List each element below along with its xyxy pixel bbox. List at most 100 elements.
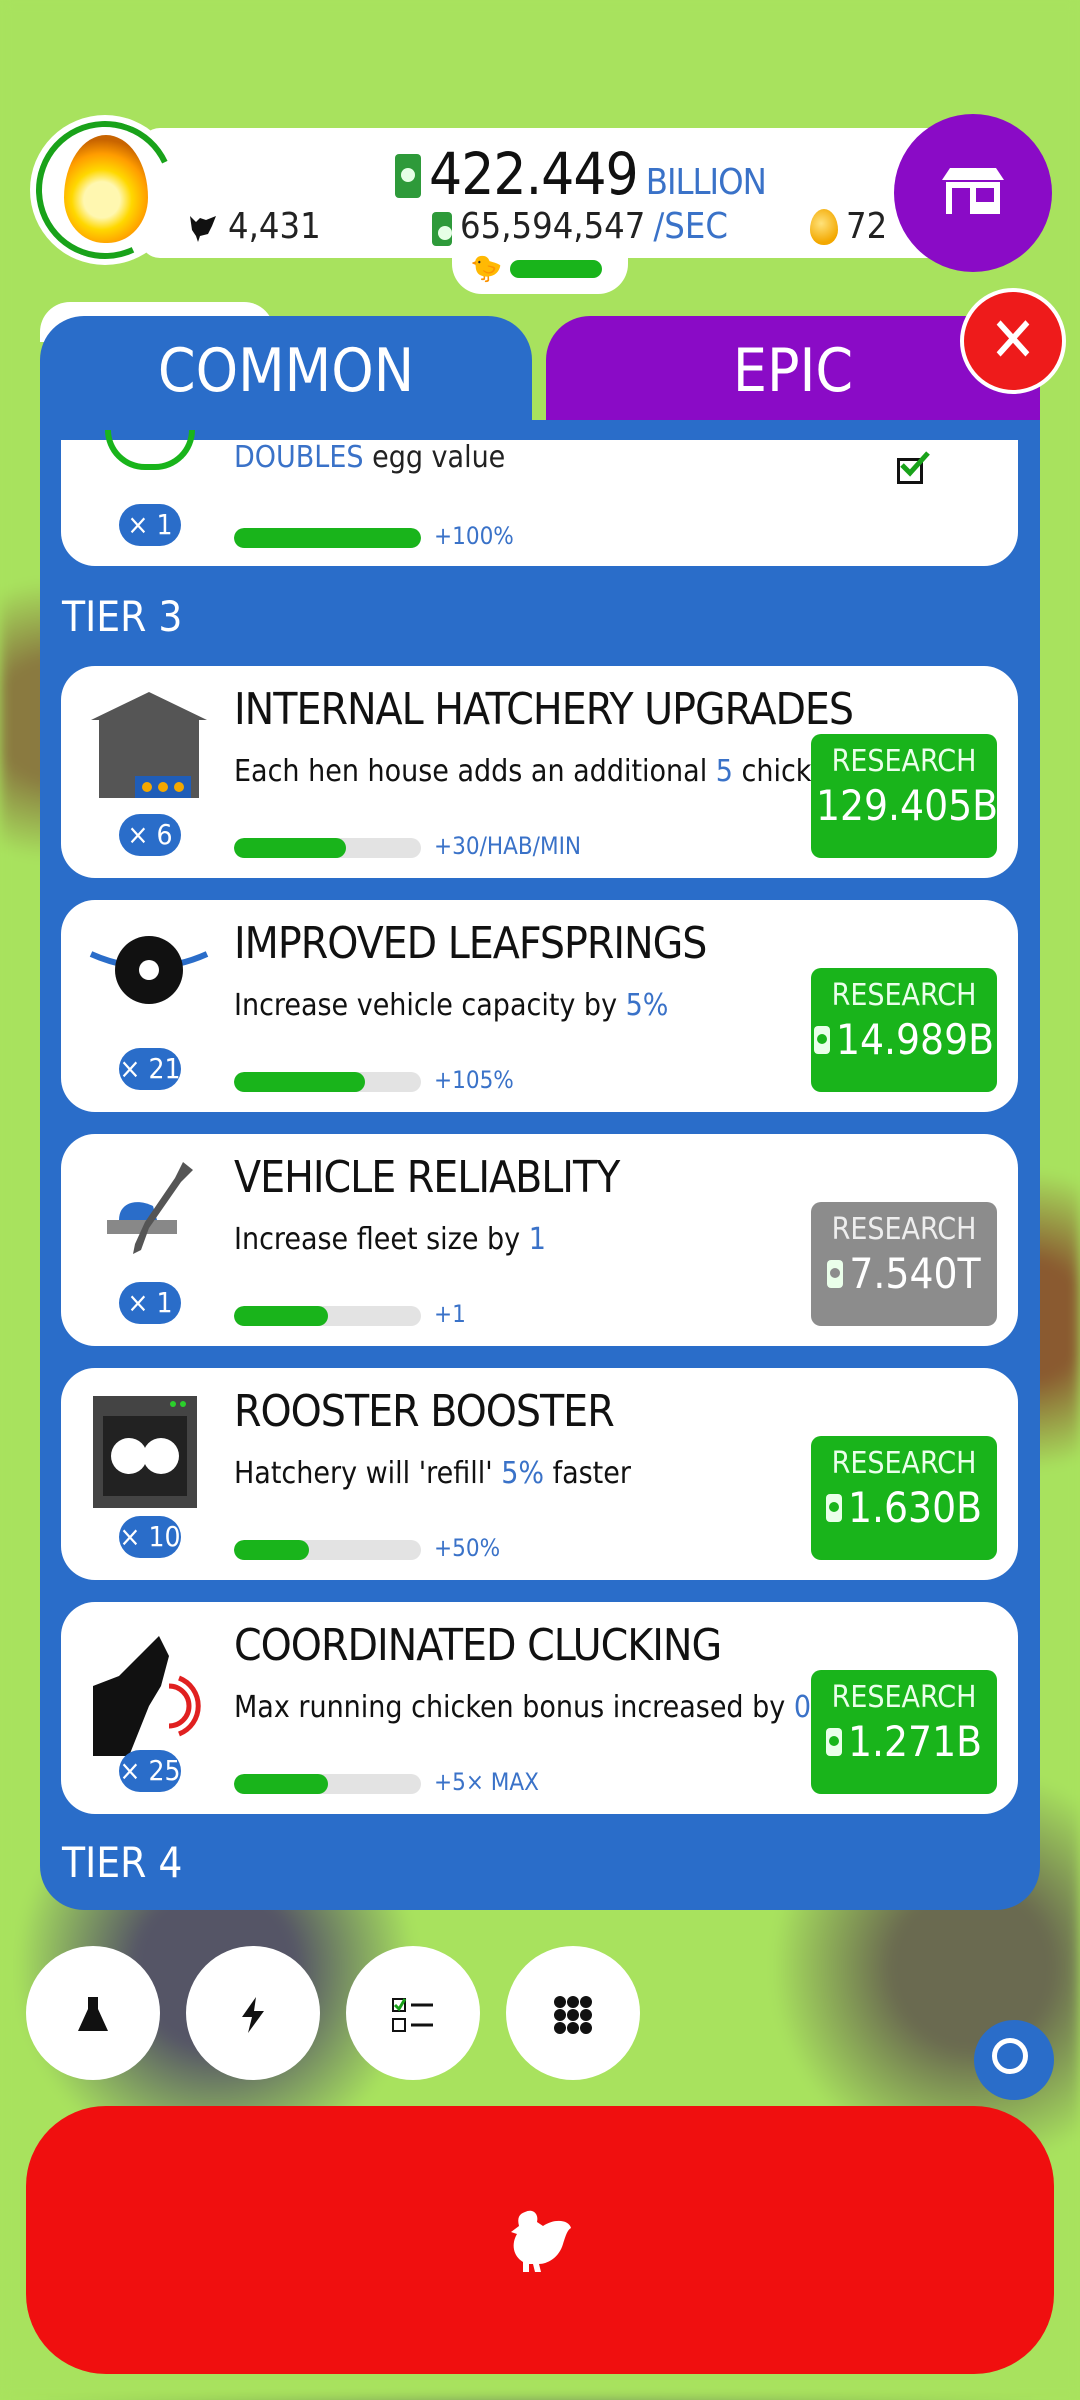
description-highlight: 5 bbox=[715, 754, 733, 789]
cash-icon bbox=[827, 1259, 844, 1288]
shop-button[interactable] bbox=[894, 114, 1052, 272]
chicken-count: 4,431 bbox=[186, 206, 321, 247]
description-highlight: 1 bbox=[528, 1222, 546, 1257]
research-card: × 25 COORDINATED CLUCKING Max running chic… bbox=[61, 1602, 1018, 1814]
menu-grid-button[interactable] bbox=[506, 1946, 640, 2080]
tier-3-heading: TIER 3 bbox=[62, 592, 183, 641]
progress-bar bbox=[234, 528, 421, 548]
card-description: DOUBLES egg value bbox=[234, 440, 505, 475]
rate-unit: /SEC bbox=[653, 206, 728, 247]
progress-fill bbox=[234, 1306, 328, 1326]
hen-house-icon bbox=[89, 690, 209, 810]
research-flask-button[interactable] bbox=[26, 1946, 160, 2080]
research-button[interactable]: RESEARCH 14.989B bbox=[811, 968, 997, 1092]
bonus-text: +5× MAX bbox=[434, 1768, 539, 1796]
description-text: Each hen house adds an additional bbox=[234, 754, 716, 789]
price-value: 1.271B bbox=[847, 1717, 983, 1766]
golden-egg-value: 72 bbox=[846, 206, 888, 247]
research-title: COORDINATED CLUCKING bbox=[234, 1620, 722, 1671]
progress-fill bbox=[234, 1774, 328, 1794]
price-value: 7.540T bbox=[849, 1249, 981, 1298]
boost-button[interactable] bbox=[186, 1946, 320, 2080]
description-highlight: 5% bbox=[501, 1456, 545, 1491]
research-button-label: RESEARCH bbox=[831, 744, 977, 779]
money-unit: BILLION bbox=[645, 162, 767, 203]
research-description: Increase vehicle capacity by 5% bbox=[234, 988, 668, 1023]
chick-icon: 🐤 bbox=[470, 254, 503, 284]
cash-icon bbox=[432, 211, 452, 246]
research-card-partial: × 1 DOUBLES egg value +100% bbox=[61, 430, 1018, 566]
progress-bar bbox=[234, 1540, 421, 1560]
price-value: 1.630B bbox=[847, 1483, 983, 1532]
research-description: Hatchery will 'refill' 5% faster bbox=[234, 1456, 631, 1491]
research-button[interactable]: RESEARCH 1.630B bbox=[811, 1436, 997, 1560]
shop-icon bbox=[942, 168, 1004, 214]
research-title: INTERNAL HATCHERY UPGRADES bbox=[234, 684, 854, 735]
close-button[interactable]: ✕ bbox=[960, 288, 1066, 394]
missions-button[interactable] bbox=[346, 1946, 480, 2080]
bonus-text: +50% bbox=[434, 1534, 501, 1562]
description-text: Hatchery will 'refill' bbox=[234, 1456, 502, 1491]
hatchery-indicator: 🐤 bbox=[452, 250, 628, 294]
cash-icon bbox=[395, 154, 421, 198]
description-highlight: 5% bbox=[625, 988, 669, 1023]
progress-bar bbox=[234, 1306, 421, 1326]
progress-fill bbox=[234, 838, 347, 858]
bonus-text: +1 bbox=[434, 1300, 466, 1328]
research-button[interactable]: RESEARCH 129.405B bbox=[811, 734, 999, 858]
golden-egg-count: 72 bbox=[810, 206, 887, 247]
tier-4-heading: TIER 4 bbox=[62, 1838, 183, 1887]
research-description: Max running chicken bonus increased by 0… bbox=[234, 1690, 859, 1725]
check-icon bbox=[900, 451, 930, 477]
research-title: ROOSTER BOOSTER bbox=[234, 1386, 615, 1437]
wrench-icon bbox=[89, 1158, 209, 1278]
rate-value: 65,594,547 bbox=[460, 206, 646, 247]
egg-button[interactable] bbox=[16, 101, 194, 279]
research-description: Increase fleet size by 1 bbox=[234, 1222, 546, 1257]
bonus-text: +100% bbox=[434, 522, 514, 550]
bonus-text: +30/HAB/MIN bbox=[434, 832, 582, 860]
earning-rate: 65,594,547 /SEC bbox=[432, 206, 728, 247]
checklist-icon bbox=[392, 1998, 433, 2032]
research-card: × 1 VEHICLE RELIABLITY Increase fleet size… bbox=[61, 1134, 1018, 1346]
research-button-label: RESEARCH bbox=[831, 1212, 977, 1247]
research-partial-icon bbox=[105, 430, 195, 470]
chicken-icon bbox=[511, 2210, 571, 2272]
progress-fill bbox=[234, 528, 421, 548]
hatch-chicken-button[interactable] bbox=[26, 2106, 1054, 2374]
chicken-count-value: 4,431 bbox=[228, 206, 321, 247]
description-highlight: DOUBLES bbox=[234, 440, 364, 475]
checkbox bbox=[897, 451, 930, 484]
money-display: 422.449 BILLION bbox=[395, 140, 767, 208]
cash-icon bbox=[825, 1493, 842, 1522]
research-button[interactable]: RESEARCH 1.271B bbox=[811, 1670, 997, 1794]
flask-icon bbox=[78, 1997, 108, 2031]
level-badge: × 10 bbox=[119, 1516, 181, 1558]
price-value: 129.405B bbox=[815, 781, 999, 830]
level-badge: × 21 bbox=[119, 1048, 181, 1090]
leafspring-wheel-icon bbox=[89, 924, 209, 1044]
lightning-icon bbox=[242, 1997, 264, 2033]
research-title: IMPROVED LEAFSPRINGS bbox=[234, 918, 707, 969]
oven-icon bbox=[89, 1392, 209, 1512]
research-button-label: RESEARCH bbox=[831, 1680, 977, 1715]
description-text: egg value bbox=[363, 440, 506, 475]
research-price: 14.989B bbox=[811, 1015, 997, 1064]
money-value: 422.449 bbox=[429, 140, 639, 208]
home-ring-button[interactable] bbox=[974, 2020, 1054, 2100]
research-card: × 21 IMPROVED LEAFSPRINGS Increase vehicle… bbox=[61, 900, 1018, 1112]
clucking-chickens-icon bbox=[89, 1626, 209, 1756]
progress-bar bbox=[234, 1774, 421, 1794]
cash-icon bbox=[813, 1025, 830, 1054]
progress-fill bbox=[234, 1540, 309, 1560]
progress-bar bbox=[234, 838, 421, 858]
grid-icon bbox=[554, 1996, 592, 2034]
description-text: Increase vehicle capacity by bbox=[234, 988, 626, 1023]
research-price: 7.540T bbox=[811, 1249, 997, 1298]
level-badge: × 1 bbox=[119, 504, 181, 546]
cash-icon bbox=[825, 1727, 842, 1756]
level-badge: × 6 bbox=[119, 814, 181, 856]
progress-bar bbox=[234, 1072, 421, 1092]
research-button[interactable]: RESEARCH 7.540T bbox=[811, 1202, 997, 1326]
research-price: 129.405B bbox=[811, 781, 999, 830]
